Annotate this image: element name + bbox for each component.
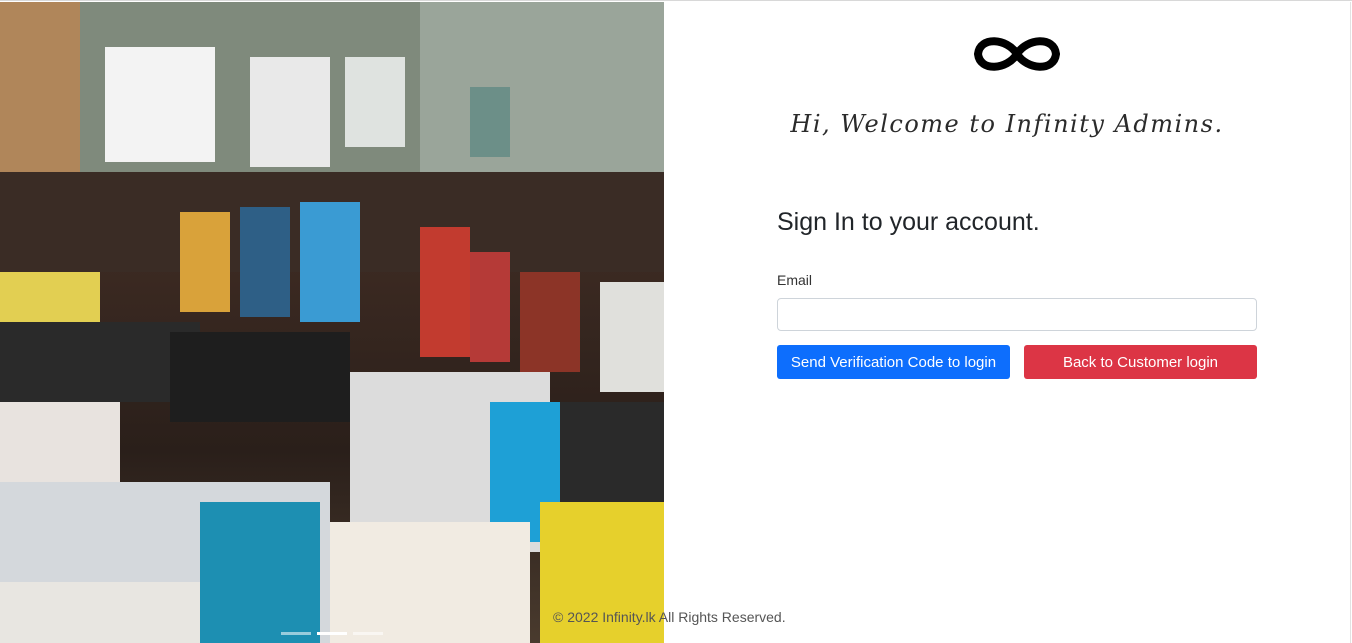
carousel-dot-2[interactable] — [317, 632, 347, 635]
email-label: Email — [777, 272, 813, 288]
infinity-logo-icon — [974, 37, 1060, 71]
footer-copyright: © 2022 Infinity.lk All Rights Reserved. — [553, 609, 786, 625]
back-to-customer-login-button[interactable]: Back to Customer login — [1024, 345, 1257, 379]
send-verification-code-button[interactable]: Send Verification Code to login — [777, 345, 1010, 379]
login-page: Hi, Welcome to Infinity Admins. Sign In … — [0, 0, 1352, 643]
login-panel: Hi, Welcome to Infinity Admins. Sign In … — [664, 2, 1350, 643]
books-illustration — [0, 2, 664, 643]
page-edge-divider — [1350, 2, 1351, 643]
signin-title: Sign In to your account. — [777, 208, 1040, 236]
carousel-dot-1[interactable] — [281, 632, 311, 635]
email-input[interactable] — [777, 298, 1257, 331]
hero-books-image — [0, 2, 664, 643]
carousel-dot-3[interactable] — [353, 632, 383, 635]
carousel-indicators — [281, 632, 383, 635]
welcome-heading: Hi, Welcome to Infinity Admins. — [790, 110, 1224, 138]
